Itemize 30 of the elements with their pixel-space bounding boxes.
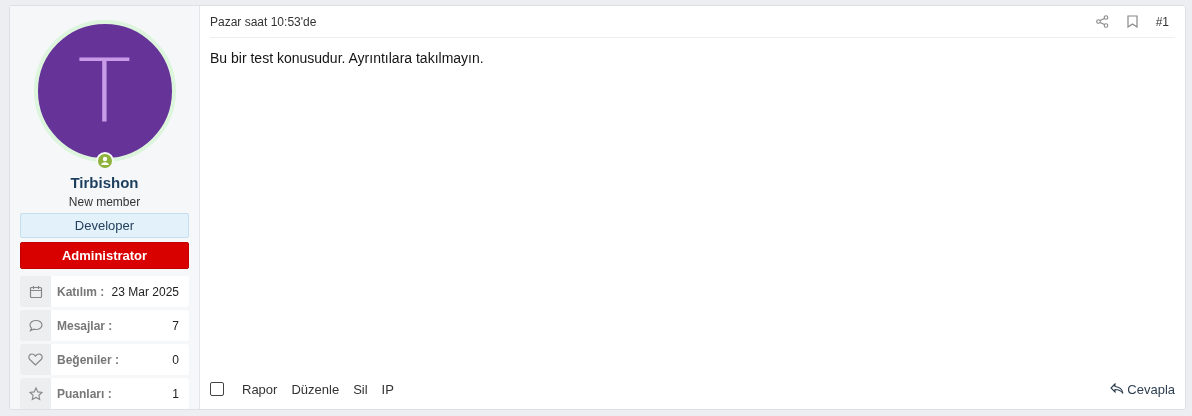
avatar-letter: T	[77, 47, 132, 135]
stat-value: 23 Mar 2025	[111, 284, 179, 299]
stat-label: Beğeniler :	[57, 352, 119, 367]
share-icon[interactable]	[1095, 15, 1109, 28]
stat-label: Puanları :	[57, 386, 112, 401]
post-action-link[interactable]: Düzenle	[291, 381, 340, 397]
stat-value: 1	[172, 386, 179, 401]
user-title: New member	[67, 195, 142, 209]
post-action-link[interactable]: IP	[381, 381, 394, 397]
stat-value: 0	[172, 352, 179, 367]
reply-icon	[1110, 383, 1125, 395]
post-time-link[interactable]: Pazar saat 10:53'de	[210, 14, 1096, 29]
post-number-link[interactable]: #1	[1155, 14, 1169, 29]
post-action-link[interactable]: Sil	[353, 381, 368, 397]
star-icon	[28, 386, 43, 401]
username-link[interactable]: Tirbishon	[20, 174, 189, 191]
reply-link[interactable]: Cevapla	[1110, 381, 1175, 397]
bookmark-icon[interactable]	[1126, 15, 1138, 28]
user-banner: Administrator	[20, 242, 189, 269]
stat-label: Mesajlar :	[57, 318, 113, 333]
calendar-icon	[28, 284, 43, 299]
post-action-link[interactable]: Rapor	[242, 381, 278, 397]
select-checkbox[interactable]	[210, 382, 224, 396]
stat-value: 7	[172, 318, 179, 333]
user-banner: Developer	[20, 213, 189, 238]
stat-label: Katılım :	[57, 284, 105, 299]
post-message: Bu bir test konusudur. Ayrıntılara takılmayın.	[210, 49, 485, 68]
speech-bubble-icon	[28, 319, 43, 332]
avatar[interactable]: T	[33, 20, 176, 162]
heart-icon	[28, 353, 43, 366]
